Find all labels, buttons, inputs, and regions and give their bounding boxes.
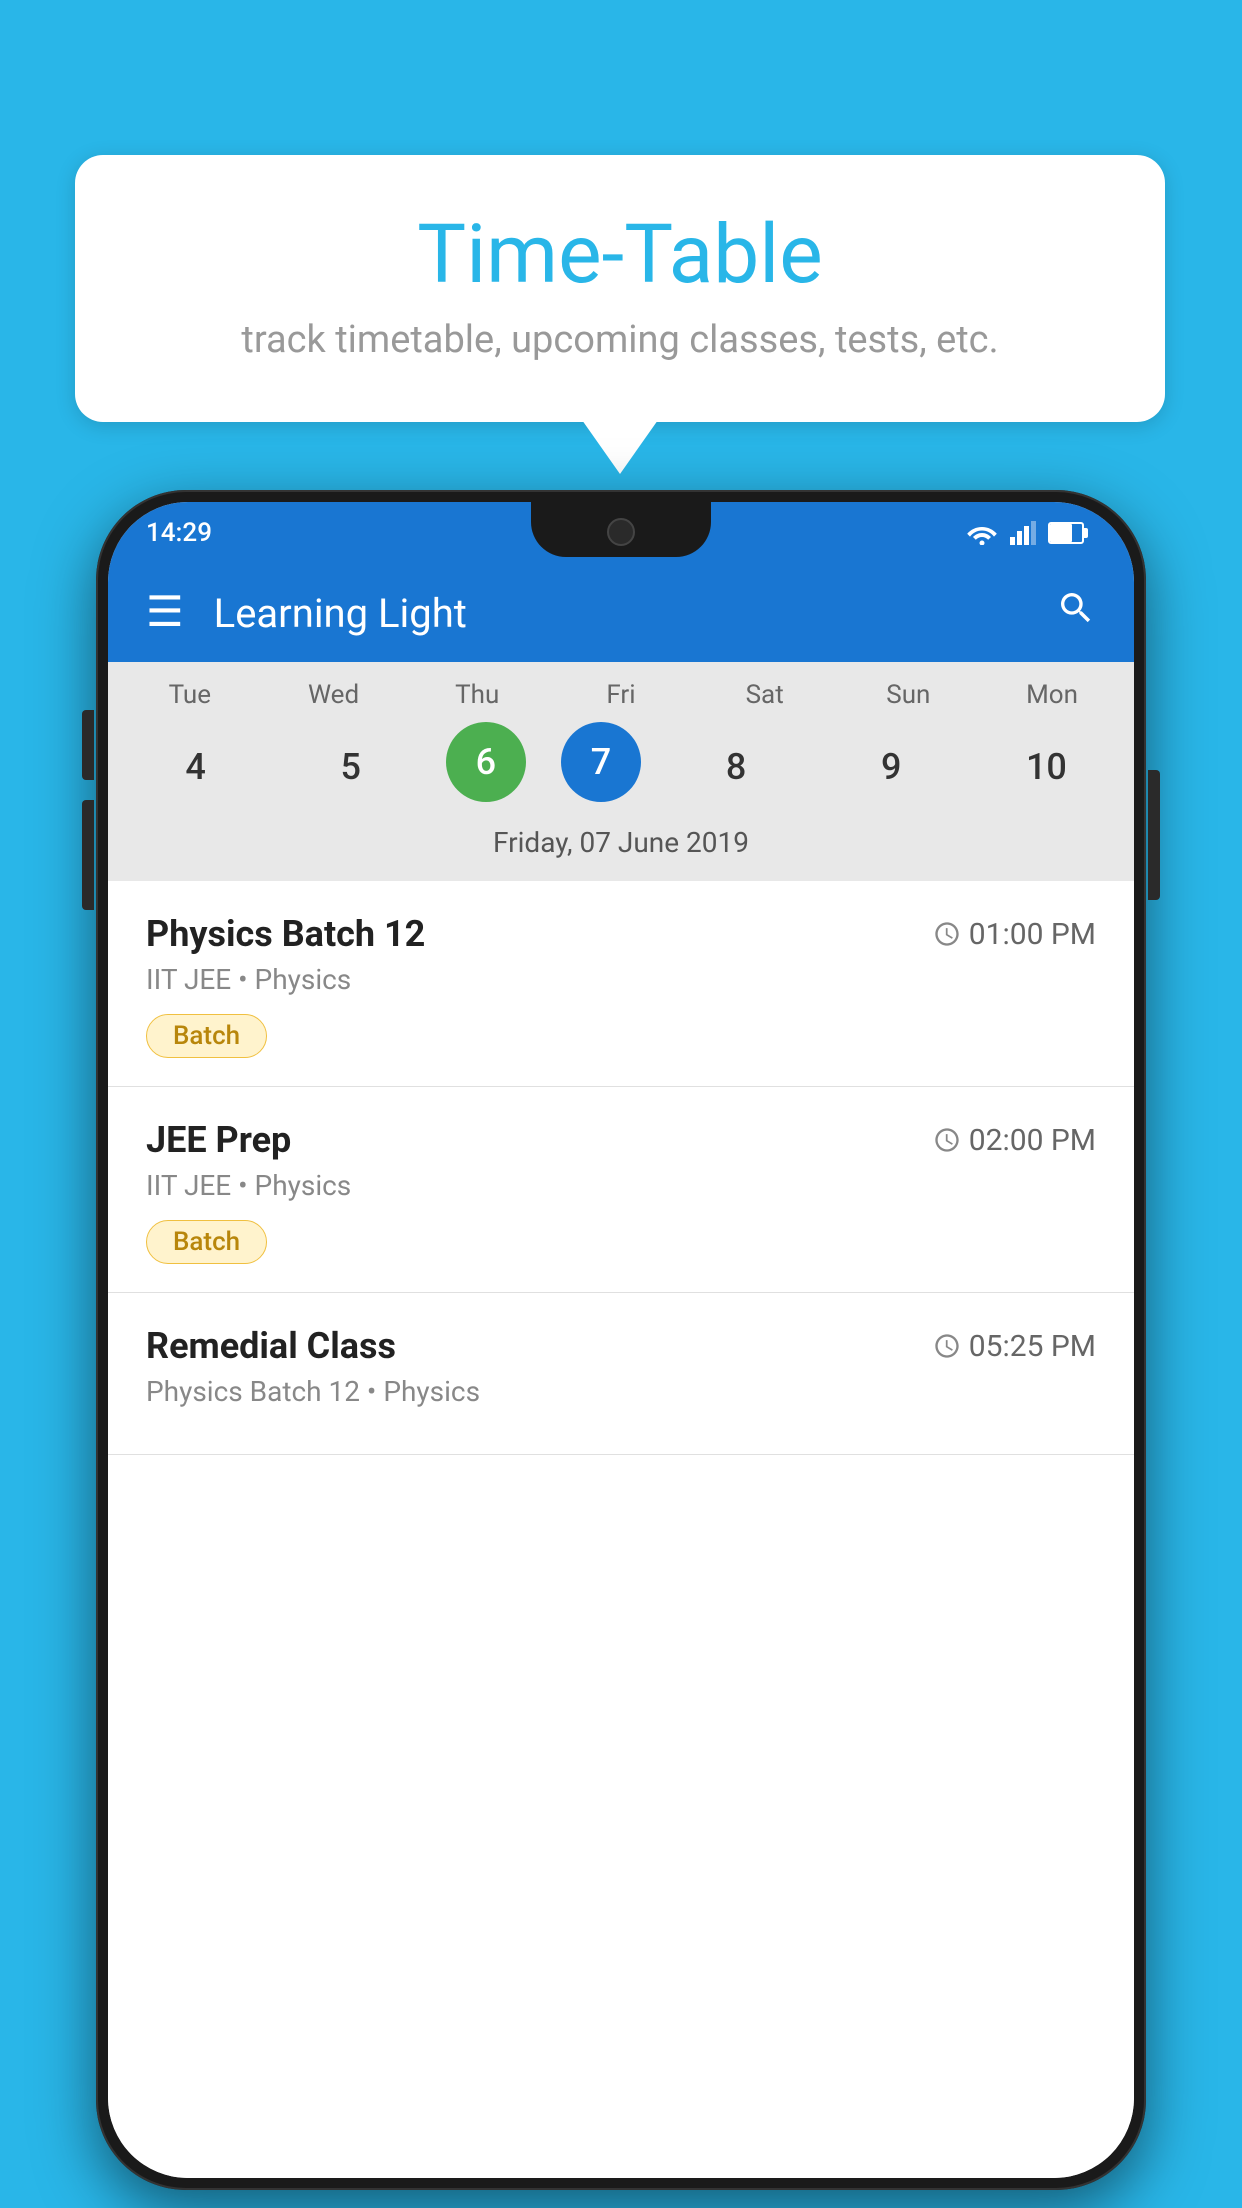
- wifi-icon: [966, 521, 998, 545]
- phone-outer: 14:29: [96, 490, 1146, 2190]
- schedule-item-1-subtitle: IIT JEE • Physics: [146, 963, 1096, 996]
- day-numbers: 4 5 6 7 8 9 10: [108, 722, 1134, 812]
- day-num-8[interactable]: 8: [676, 722, 796, 812]
- schedule-item-3[interactable]: Remedial Class 05:25 PM Physics Batch 12…: [108, 1293, 1134, 1455]
- tooltip-subtitle: track timetable, upcoming classes, tests…: [135, 318, 1105, 362]
- tooltip-title: Time-Table: [135, 210, 1105, 300]
- day-header-sat: Sat: [705, 680, 825, 710]
- day-header-sun: Sun: [848, 680, 968, 710]
- day-header-thu: Thu: [417, 680, 537, 710]
- app-bar: ☰ Learning Light: [108, 564, 1134, 662]
- phone-mockup: 14:29: [96, 490, 1146, 2190]
- app-title: Learning Light: [214, 590, 1056, 637]
- vol-up-button: [82, 710, 94, 780]
- clock-icon-3: [933, 1332, 961, 1360]
- search-icon[interactable]: [1056, 588, 1096, 638]
- power-button: [1148, 770, 1160, 900]
- day-num-6-today[interactable]: 6: [446, 722, 526, 802]
- phone-camera: [607, 518, 635, 546]
- day-num-9[interactable]: 9: [831, 722, 951, 812]
- schedule-list: Physics Batch 12 01:00 PM IIT JEE • Phys…: [108, 881, 1134, 2178]
- battery-icon: [1048, 522, 1084, 544]
- day-num-10[interactable]: 10: [986, 722, 1106, 812]
- schedule-item-1[interactable]: Physics Batch 12 01:00 PM IIT JEE • Phys…: [108, 881, 1134, 1087]
- schedule-item-1-time: 01:00 PM: [933, 917, 1096, 952]
- schedule-item-2[interactable]: JEE Prep 02:00 PM IIT JEE • Physics Batc…: [108, 1087, 1134, 1293]
- phone-screen: 14:29: [108, 502, 1134, 2178]
- calendar-strip: Tue Wed Thu Fri Sat Sun Mon 4 5 6 7 8 9 …: [108, 662, 1134, 881]
- day-header-fri: Fri: [561, 680, 681, 710]
- schedule-item-3-title: Remedial Class: [146, 1325, 396, 1367]
- calendar-date-label: Friday, 07 June 2019: [108, 826, 1134, 873]
- schedule-item-3-subtitle: Physics Batch 12 • Physics: [146, 1375, 1096, 1408]
- phone-notch: [531, 502, 711, 557]
- clock-icon-2: [933, 1126, 961, 1154]
- signal-icon: [1010, 521, 1036, 545]
- menu-icon[interactable]: ☰: [146, 592, 184, 634]
- day-header-mon: Mon: [992, 680, 1112, 710]
- schedule-item-1-header: Physics Batch 12 01:00 PM: [146, 913, 1096, 955]
- day-num-7-selected[interactable]: 7: [561, 722, 641, 802]
- day-num-4[interactable]: 4: [136, 722, 256, 812]
- schedule-item-1-badge: Batch: [146, 1014, 267, 1058]
- schedule-item-1-title: Physics Batch 12: [146, 913, 425, 955]
- schedule-item-2-badge: Batch: [146, 1220, 267, 1264]
- schedule-item-2-subtitle: IIT JEE • Physics: [146, 1169, 1096, 1202]
- schedule-item-2-header: JEE Prep 02:00 PM: [146, 1119, 1096, 1161]
- day-header-wed: Wed: [274, 680, 394, 710]
- schedule-item-2-time: 02:00 PM: [933, 1123, 1096, 1158]
- tooltip-card: Time-Table track timetable, upcoming cla…: [75, 155, 1165, 422]
- schedule-item-3-time: 05:25 PM: [933, 1329, 1096, 1364]
- day-header-tue: Tue: [130, 680, 250, 710]
- day-num-5[interactable]: 5: [291, 722, 411, 812]
- schedule-item-2-title: JEE Prep: [146, 1119, 291, 1161]
- clock-icon-1: [933, 920, 961, 948]
- schedule-item-3-header: Remedial Class 05:25 PM: [146, 1325, 1096, 1367]
- status-time: 14:29: [146, 518, 212, 548]
- day-headers: Tue Wed Thu Fri Sat Sun Mon: [108, 680, 1134, 710]
- status-icons: [966, 521, 1084, 545]
- vol-down-button: [82, 800, 94, 910]
